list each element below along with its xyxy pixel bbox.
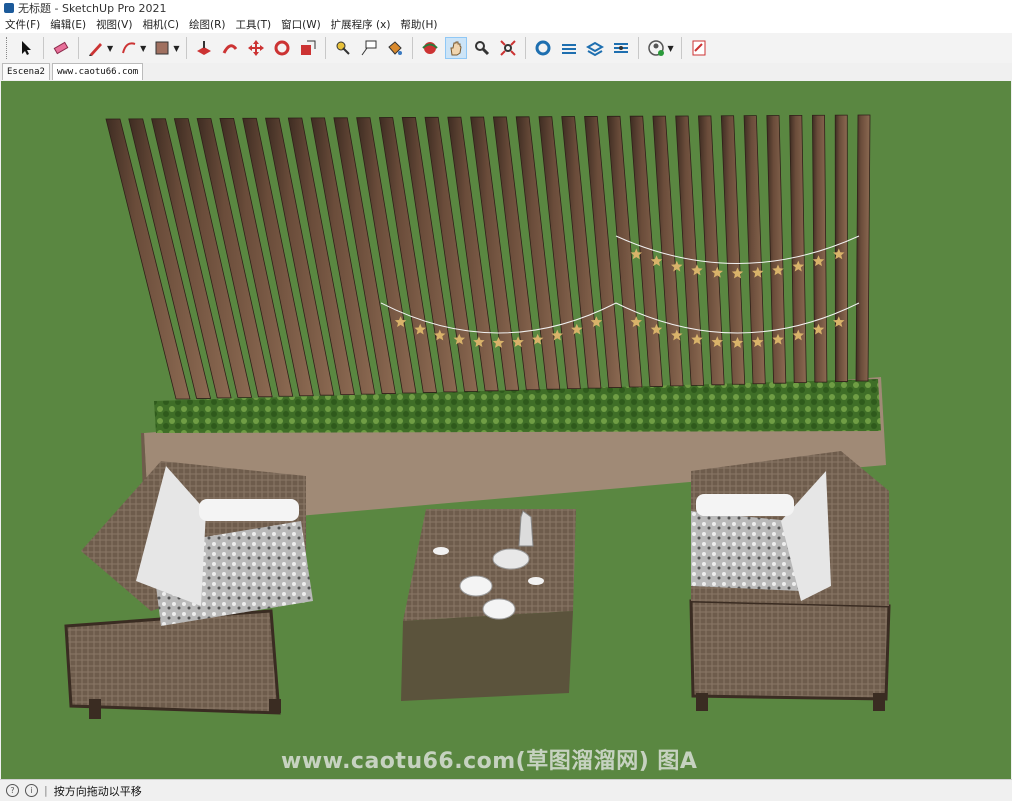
- shape-tool-dropdown-icon[interactable]: ▼: [173, 44, 179, 53]
- menu-window[interactable]: 窗口(W): [276, 17, 326, 32]
- info-icon[interactable]: i: [25, 784, 38, 797]
- bowl: [482, 598, 516, 620]
- coffee-table: [401, 509, 576, 701]
- line-tool-dropdown-icon[interactable]: ▼: [107, 44, 113, 53]
- text-label-icon: [362, 40, 377, 56]
- menu-bar: 文件(F) 编辑(E) 视图(V) 相机(C) 绘图(R) 工具(T) 窗口(W…: [0, 16, 1012, 33]
- pan-tool-button[interactable]: [445, 37, 468, 59]
- toolbar-separator: [325, 37, 327, 59]
- layers-stack-icon: [586, 41, 605, 57]
- warehouse-button[interactable]: [532, 37, 554, 59]
- 3d-warehouse-icon: [535, 40, 551, 56]
- tape-measure-tool-button[interactable]: [332, 37, 354, 59]
- extension-manager-button[interactable]: [610, 37, 632, 59]
- move-arrows-icon: [248, 40, 265, 56]
- rotate-tool-button[interactable]: [271, 37, 293, 59]
- zoom-extents-tool-button[interactable]: [497, 37, 519, 59]
- select-tool-button[interactable]: [15, 37, 37, 59]
- menu-help[interactable]: 帮助(H): [395, 17, 442, 32]
- extension-warehouse-icon: [562, 44, 577, 54]
- toolbar-grip[interactable]: [6, 37, 10, 59]
- magnifier-icon: [475, 41, 490, 56]
- main-toolbar: ▼ ▼ ▼ ▼: [0, 33, 1012, 63]
- sketchup-app-icon: [4, 3, 14, 13]
- status-divider: |: [44, 784, 48, 797]
- toolbar-separator: [680, 37, 682, 59]
- shape-tool-button[interactable]: [151, 37, 173, 59]
- send-to-layout-icon: [692, 40, 706, 56]
- scale-icon: [301, 40, 316, 55]
- scale-tool-button[interactable]: [297, 37, 319, 59]
- extension-manager-icon: [614, 43, 629, 53]
- move-tool-button[interactable]: [245, 37, 267, 59]
- wood-slat: [834, 114, 848, 382]
- toolbar-separator: [78, 37, 79, 59]
- toolbar-separator: [412, 37, 414, 59]
- menu-draw[interactable]: 绘图(R): [184, 17, 231, 32]
- rectangle-icon: [155, 41, 169, 55]
- zoom-tool-button[interactable]: [471, 37, 493, 59]
- arrow-cursor-icon: [22, 41, 31, 55]
- pencil-icon: [89, 43, 102, 56]
- model-viewport[interactable]: www.caotu66.com(草图溜溜网) 图A: [1, 81, 1011, 779]
- toolbar-separator: [186, 37, 188, 59]
- push-pull-tool-button[interactable]: [193, 37, 215, 59]
- orbit-icon: [422, 42, 439, 54]
- teacup: [528, 577, 544, 585]
- zoom-extents-icon: [500, 40, 517, 56]
- text-tool-button[interactable]: [358, 37, 380, 59]
- scene-tab-caotu66[interactable]: www.caotu66.com: [51, 63, 144, 80]
- bowl: [459, 575, 493, 597]
- push-pull-icon: [197, 41, 212, 55]
- follow-me-icon: [223, 44, 238, 54]
- title-bar: 无标题 - SketchUp Pro 2021: [0, 0, 1012, 16]
- snack-plate: [492, 548, 530, 570]
- arc-icon: [122, 42, 136, 54]
- hand-pan-icon: [450, 41, 463, 56]
- arc-tool-button[interactable]: [118, 37, 140, 59]
- extension-warehouse-button[interactable]: [558, 37, 580, 59]
- tape-measure-icon: [336, 41, 351, 55]
- wood-slat: [855, 114, 871, 382]
- menu-camera[interactable]: 相机(C): [137, 17, 184, 32]
- menu-edit[interactable]: 编辑(E): [45, 17, 91, 32]
- send-to-layout-button[interactable]: [688, 37, 710, 59]
- orbit-tool-button[interactable]: [419, 37, 441, 59]
- wood-slat: [812, 114, 828, 383]
- status-bar: ? i | 按方向拖动以平移: [0, 779, 1012, 801]
- account-button[interactable]: [645, 37, 667, 59]
- teacup: [433, 547, 449, 555]
- menu-extensions[interactable]: 扩展程序 (x): [326, 17, 396, 32]
- right-armchair: [689, 451, 891, 711]
- scene-tab-escena2[interactable]: Escena2: [2, 63, 50, 80]
- scene-tab-bar: Escena2 www.caotu66.com: [0, 63, 1012, 80]
- layout-button[interactable]: [584, 37, 606, 59]
- paint-bucket-icon: [388, 41, 403, 55]
- menu-view[interactable]: 视图(V): [91, 17, 137, 32]
- user-account-icon: [648, 40, 665, 56]
- paint-bucket-tool-button[interactable]: [384, 37, 406, 59]
- toolbar-separator: [525, 37, 527, 59]
- arc-tool-dropdown-icon[interactable]: ▼: [140, 44, 146, 53]
- line-tool-button[interactable]: [85, 37, 107, 59]
- watermark-text: www.caotu66.com(草图溜溜网) 图A: [281, 749, 698, 774]
- menu-tools[interactable]: 工具(T): [230, 17, 276, 32]
- rotate-icon: [274, 40, 290, 56]
- menu-file[interactable]: 文件(F): [0, 17, 45, 32]
- toolbar-separator: [638, 37, 640, 59]
- follow-me-tool-button[interactable]: [219, 37, 241, 59]
- toolbar-separator: [43, 37, 44, 59]
- account-dropdown-icon[interactable]: ▼: [667, 44, 673, 53]
- geo-location-icon[interactable]: ?: [6, 784, 19, 797]
- scene-render: [1, 81, 1011, 779]
- eraser-icon: [53, 41, 69, 55]
- eraser-tool-button[interactable]: [50, 37, 72, 59]
- status-message: 按方向拖动以平移: [53, 784, 142, 798]
- window-title: 无标题 - SketchUp Pro 2021: [18, 2, 167, 15]
